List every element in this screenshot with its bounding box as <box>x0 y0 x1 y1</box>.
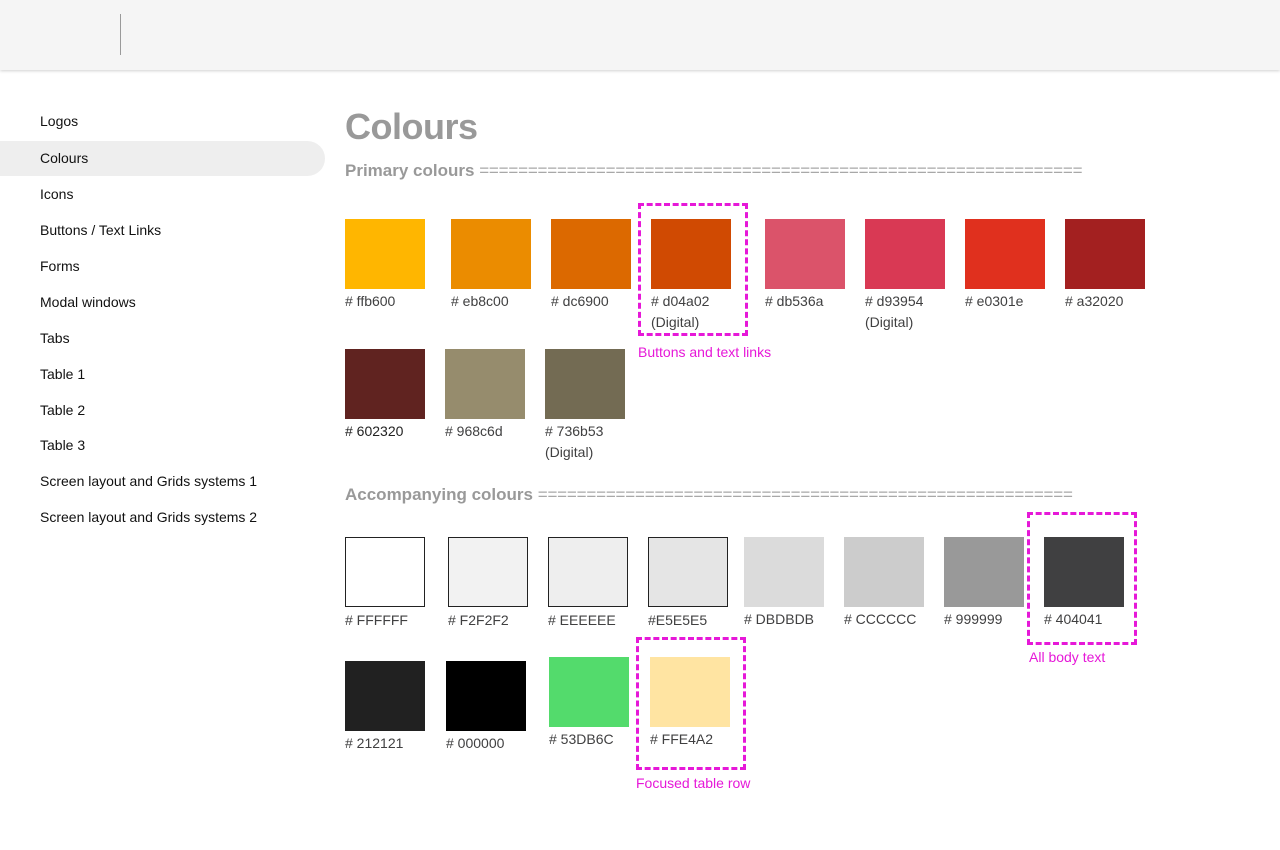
swatch-hex-label: # eb8c00 <box>451 293 509 309</box>
swatch-accompanying-eeeeee: # EEEEEE <box>548 537 628 629</box>
swatch-primary-a32020: # a32020 <box>1065 219 1145 310</box>
swatch-hex-label: # 212121 <box>345 735 404 751</box>
color-chip <box>545 349 625 419</box>
swatch-note: (Digital) <box>545 444 594 460</box>
color-chip <box>648 537 728 607</box>
swatch-hex-label: # e0301e <box>965 293 1024 309</box>
swatch-hex-label: # DBDBDB <box>744 611 815 627</box>
swatch-primary-d93954: # d93954 (Digital) <box>865 219 945 331</box>
swatch-primary-e0301e: # e0301e <box>965 219 1045 310</box>
swatch-primary-602320: # 602320 <box>345 349 425 440</box>
swatch-hex-label: # 999999 <box>944 611 1003 627</box>
highlight-box-focused-row <box>636 637 746 770</box>
sidebar-item-table-2[interactable]: Table 2 <box>0 393 325 428</box>
swatch-accompanying-e5e5e5: #E5E5E5 <box>648 537 728 629</box>
swatch-note: (Digital) <box>865 314 914 330</box>
sidebar-item-forms[interactable]: Forms <box>0 249 325 284</box>
color-chip <box>548 537 628 607</box>
page-title: Colours <box>345 106 478 147</box>
highlight-box-buttons <box>638 203 748 336</box>
swatch-primary-db536a: # db536a <box>765 219 845 310</box>
swatch-hex-label: # 968c6d <box>445 423 503 439</box>
swatch-hex-label: # ffb600 <box>345 293 396 309</box>
color-chip <box>865 219 945 289</box>
highlight-box-body-text <box>1027 512 1137 645</box>
sidebar-item-icons[interactable]: Icons <box>0 177 325 212</box>
color-chip <box>844 537 924 607</box>
color-chip <box>445 349 525 419</box>
sidebar-item-table-1[interactable]: Table 1 <box>0 357 325 392</box>
color-chip <box>551 219 631 289</box>
color-chip <box>744 537 824 607</box>
swatch-hex-label: # CCCCCC <box>844 611 917 627</box>
sidebar-item-screen-layout-2[interactable]: Screen layout and Grids systems 2 <box>0 500 325 535</box>
swatch-accompanying-212121: # 212121 <box>345 661 425 752</box>
swatch-hex-label: # dc6900 <box>551 293 609 309</box>
accompanying-colours-heading: Accompanying colours ===================… <box>345 485 1145 507</box>
swatch-hex-label: # 53DB6C <box>549 731 614 747</box>
color-chip <box>448 537 528 607</box>
color-chip <box>451 219 531 289</box>
color-chip <box>446 661 526 731</box>
swatch-primary-eb8c00: # eb8c00 <box>451 219 531 310</box>
swatch-primary-736b53: # 736b53 (Digital) <box>545 349 625 461</box>
annotation-all-body-text: All body text <box>1029 649 1106 665</box>
primary-colours-rule: ========================================… <box>479 161 1083 180</box>
swatch-hex-label: # 000000 <box>446 735 505 751</box>
swatch-accompanying-f2f2f2: # F2F2F2 <box>448 537 528 629</box>
swatch-hex-label: # a32020 <box>1065 293 1124 309</box>
swatch-hex-label: # EEEEEE <box>548 612 616 628</box>
swatch-hex-label: # d93954 <box>865 293 924 309</box>
color-chip <box>345 537 425 607</box>
swatch-hex-label: #E5E5E5 <box>648 612 708 628</box>
sidebar-item-screen-layout-1[interactable]: Screen layout and Grids systems 1 <box>0 464 325 499</box>
swatch-primary-dc6900: # dc6900 <box>551 219 631 310</box>
color-chip <box>1065 219 1145 289</box>
annotation-buttons-text-links: Buttons and text links <box>638 344 772 360</box>
swatch-primary-968c6d: # 968c6d <box>445 349 525 440</box>
annotation-focused-table-row: Focused table row <box>636 775 751 791</box>
swatch-primary-ffb600: # ffb600 <box>345 219 425 310</box>
sidebar-item-logos[interactable]: Logos <box>0 104 325 139</box>
color-chip <box>765 219 845 289</box>
swatch-hex-label: # 602320 <box>345 423 404 439</box>
swatch-accompanying-ffffff: # FFFFFF <box>345 537 425 629</box>
swatch-accompanying-53db6c: # 53DB6C <box>549 657 629 748</box>
sidebar-item-table-3[interactable]: Table 3 <box>0 428 325 463</box>
top-bar <box>0 0 1280 70</box>
swatch-accompanying-999999: # 999999 <box>944 537 1024 628</box>
sidebar-item-colours[interactable]: Colours <box>0 141 325 176</box>
sidebar-item-modal-windows[interactable]: Modal windows <box>0 285 325 320</box>
swatch-accompanying-cccccc: # CCCCCC <box>844 537 924 628</box>
swatch-hex-label: # F2F2F2 <box>448 612 509 628</box>
accompanying-colours-rule: ========================================… <box>537 485 1073 504</box>
swatch-hex-label: # FFFFFF <box>345 612 408 628</box>
swatch-hex-label: # 736b53 <box>545 423 604 439</box>
color-chip <box>965 219 1045 289</box>
swatch-accompanying-000000: # 000000 <box>446 661 526 752</box>
primary-colours-heading: Primary colours ========================… <box>345 161 1145 183</box>
swatch-hex-label: # db536a <box>765 293 824 309</box>
color-chip <box>345 349 425 419</box>
swatch-accompanying-dbdbdb: # DBDBDB <box>744 537 824 628</box>
color-chip <box>944 537 1024 607</box>
sidebar-item-tabs[interactable]: Tabs <box>0 321 325 356</box>
primary-colours-title: Primary colours <box>345 161 475 180</box>
accompanying-colours-title: Accompanying colours <box>345 485 533 504</box>
sidebar-item-buttons-text-links[interactable]: Buttons / Text Links <box>0 213 325 248</box>
color-chip <box>345 661 425 731</box>
color-chip <box>549 657 629 727</box>
color-chip <box>345 219 425 289</box>
top-bar-divider <box>120 14 121 55</box>
